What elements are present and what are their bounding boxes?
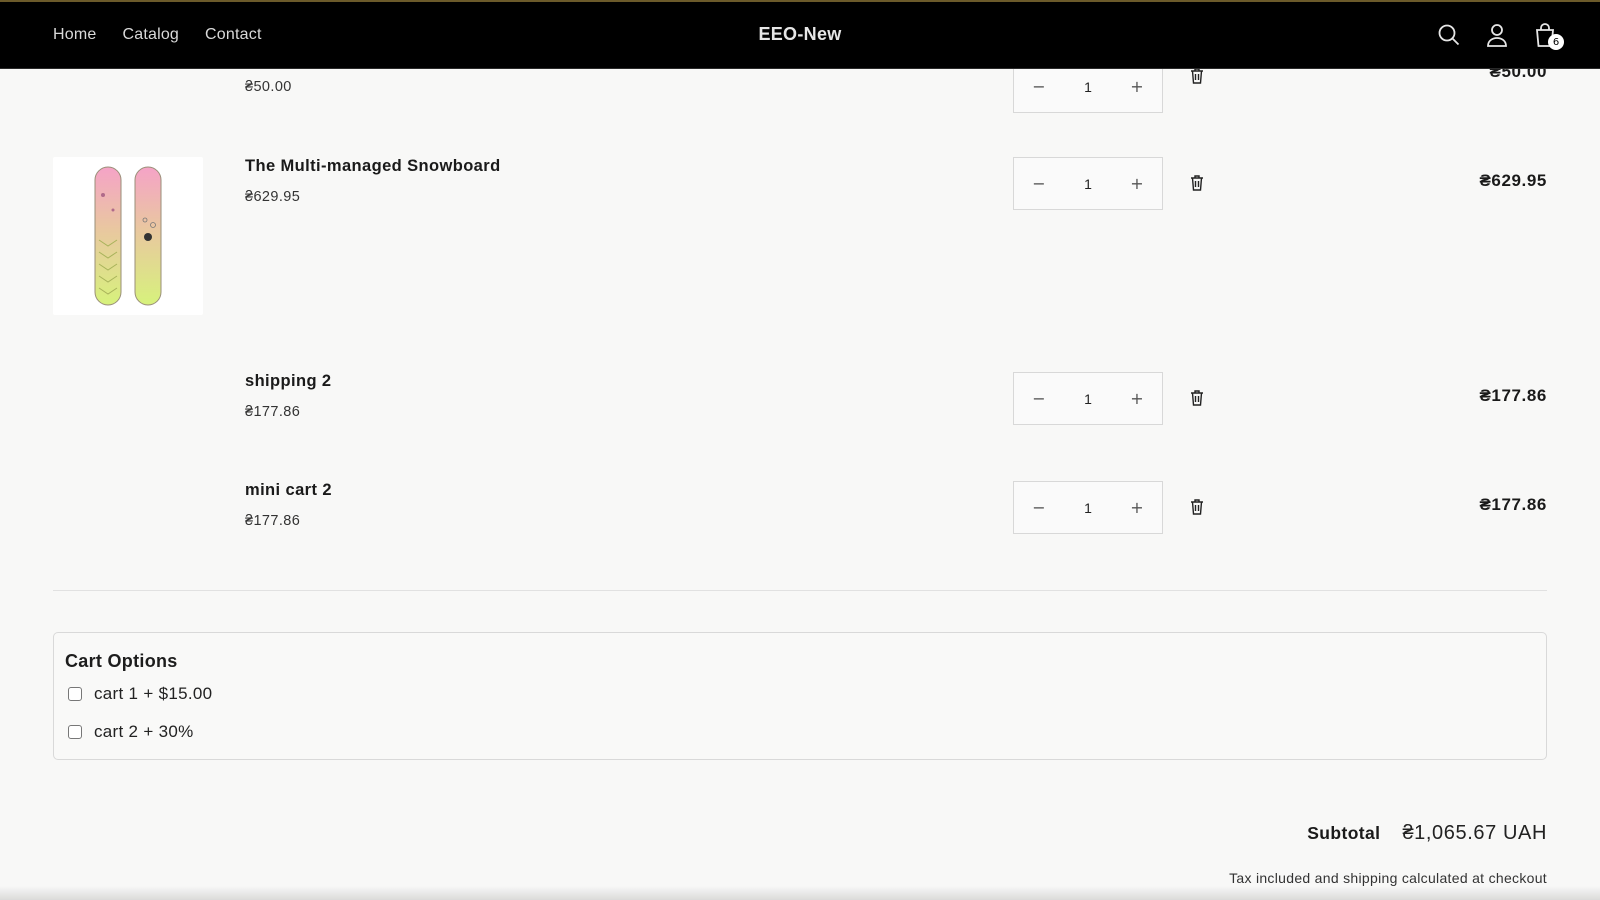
cart-options-panel: Cart Options cart 1 + $15.00 cart 2 + 30… bbox=[53, 632, 1547, 760]
item-title[interactable]: mini cart 2 bbox=[245, 481, 332, 500]
header-icons: 6 bbox=[1436, 21, 1564, 50]
item-title[interactable]: The Multi-managed Snowboard bbox=[245, 157, 501, 176]
cart-option-1[interactable]: cart 1 + $15.00 bbox=[68, 684, 212, 704]
product-image[interactable] bbox=[53, 157, 203, 315]
increase-quantity-button[interactable]: + bbox=[1112, 373, 1162, 424]
bottom-shadow bbox=[0, 886, 1600, 900]
cart-item: mini cart 2 ₴177.86 − 1 + ₴177.86 bbox=[53, 481, 1547, 541]
cart-option-2-label: cart 2 + 30% bbox=[94, 722, 194, 741]
cart-option-2-checkbox[interactable] bbox=[68, 725, 82, 739]
nav-contact[interactable]: Contact bbox=[205, 26, 262, 44]
line-total: ₴629.95 bbox=[1479, 171, 1547, 190]
quantity-stepper: − 1 + bbox=[1013, 157, 1163, 210]
subtotal: Subtotal ₴1,065.67 UAH bbox=[1307, 822, 1547, 845]
trash-icon[interactable] bbox=[1189, 67, 1205, 85]
quantity-stepper: − 1 + bbox=[1013, 372, 1163, 425]
tax-note: Tax included and shipping calculated at … bbox=[1229, 870, 1547, 886]
quantity-value[interactable]: 1 bbox=[1084, 500, 1092, 516]
increase-quantity-button[interactable]: + bbox=[1112, 482, 1162, 533]
cart-icon[interactable]: 6 bbox=[1532, 21, 1564, 50]
account-icon[interactable] bbox=[1484, 21, 1510, 49]
cart-option-2[interactable]: cart 2 + 30% bbox=[68, 722, 194, 742]
item-price: ₴50.00 bbox=[245, 79, 292, 95]
decrease-quantity-button[interactable]: − bbox=[1014, 158, 1064, 209]
divider bbox=[53, 590, 1547, 591]
site-header: Home Catalog Contact EEO-New 6 bbox=[0, 0, 1600, 69]
line-total: ₴177.86 bbox=[1479, 386, 1547, 405]
cart-option-1-label: cart 1 + $15.00 bbox=[94, 684, 213, 703]
cart-count-badge: 6 bbox=[1548, 34, 1564, 50]
trash-icon[interactable] bbox=[1189, 174, 1205, 192]
trash-icon[interactable] bbox=[1189, 389, 1205, 407]
nav-home[interactable]: Home bbox=[53, 26, 96, 44]
trash-icon[interactable] bbox=[1189, 498, 1205, 516]
quantity-value[interactable]: 1 bbox=[1084, 79, 1092, 95]
increase-quantity-button[interactable]: + bbox=[1112, 158, 1162, 209]
quantity-value[interactable]: 1 bbox=[1084, 391, 1092, 407]
quantity-value[interactable]: 1 bbox=[1084, 176, 1092, 192]
quantity-stepper: − 1 + bbox=[1013, 481, 1163, 534]
subtotal-label: Subtotal bbox=[1307, 823, 1381, 843]
cart-options-title: Cart Options bbox=[65, 651, 178, 671]
cart-item: The Multi-managed Snowboard ₴629.95 − 1 … bbox=[53, 157, 1547, 317]
subtotal-value: ₴1,065.67 UAH bbox=[1402, 822, 1547, 844]
cart-page: ₴50.00 − 1 + ₴50.00 The Multi-managed Sn… bbox=[0, 0, 1600, 900]
cart-item: shipping 2 ₴177.86 − 1 + ₴177.86 bbox=[53, 372, 1547, 432]
brand-logo[interactable]: EEO-New bbox=[758, 24, 841, 44]
line-total: ₴177.86 bbox=[1479, 495, 1547, 514]
main-nav: Home Catalog Contact bbox=[53, 26, 262, 44]
snowboard-image bbox=[94, 166, 162, 306]
decrease-quantity-button[interactable]: − bbox=[1014, 482, 1064, 533]
decrease-quantity-button[interactable]: − bbox=[1014, 373, 1064, 424]
item-price: ₴629.95 bbox=[245, 189, 301, 205]
item-price: ₴177.86 bbox=[245, 513, 301, 529]
item-price: ₴177.86 bbox=[245, 404, 301, 420]
search-icon[interactable] bbox=[1436, 21, 1462, 49]
nav-catalog[interactable]: Catalog bbox=[122, 26, 179, 44]
item-title[interactable]: shipping 2 bbox=[245, 372, 332, 391]
cart-option-1-checkbox[interactable] bbox=[68, 687, 82, 701]
